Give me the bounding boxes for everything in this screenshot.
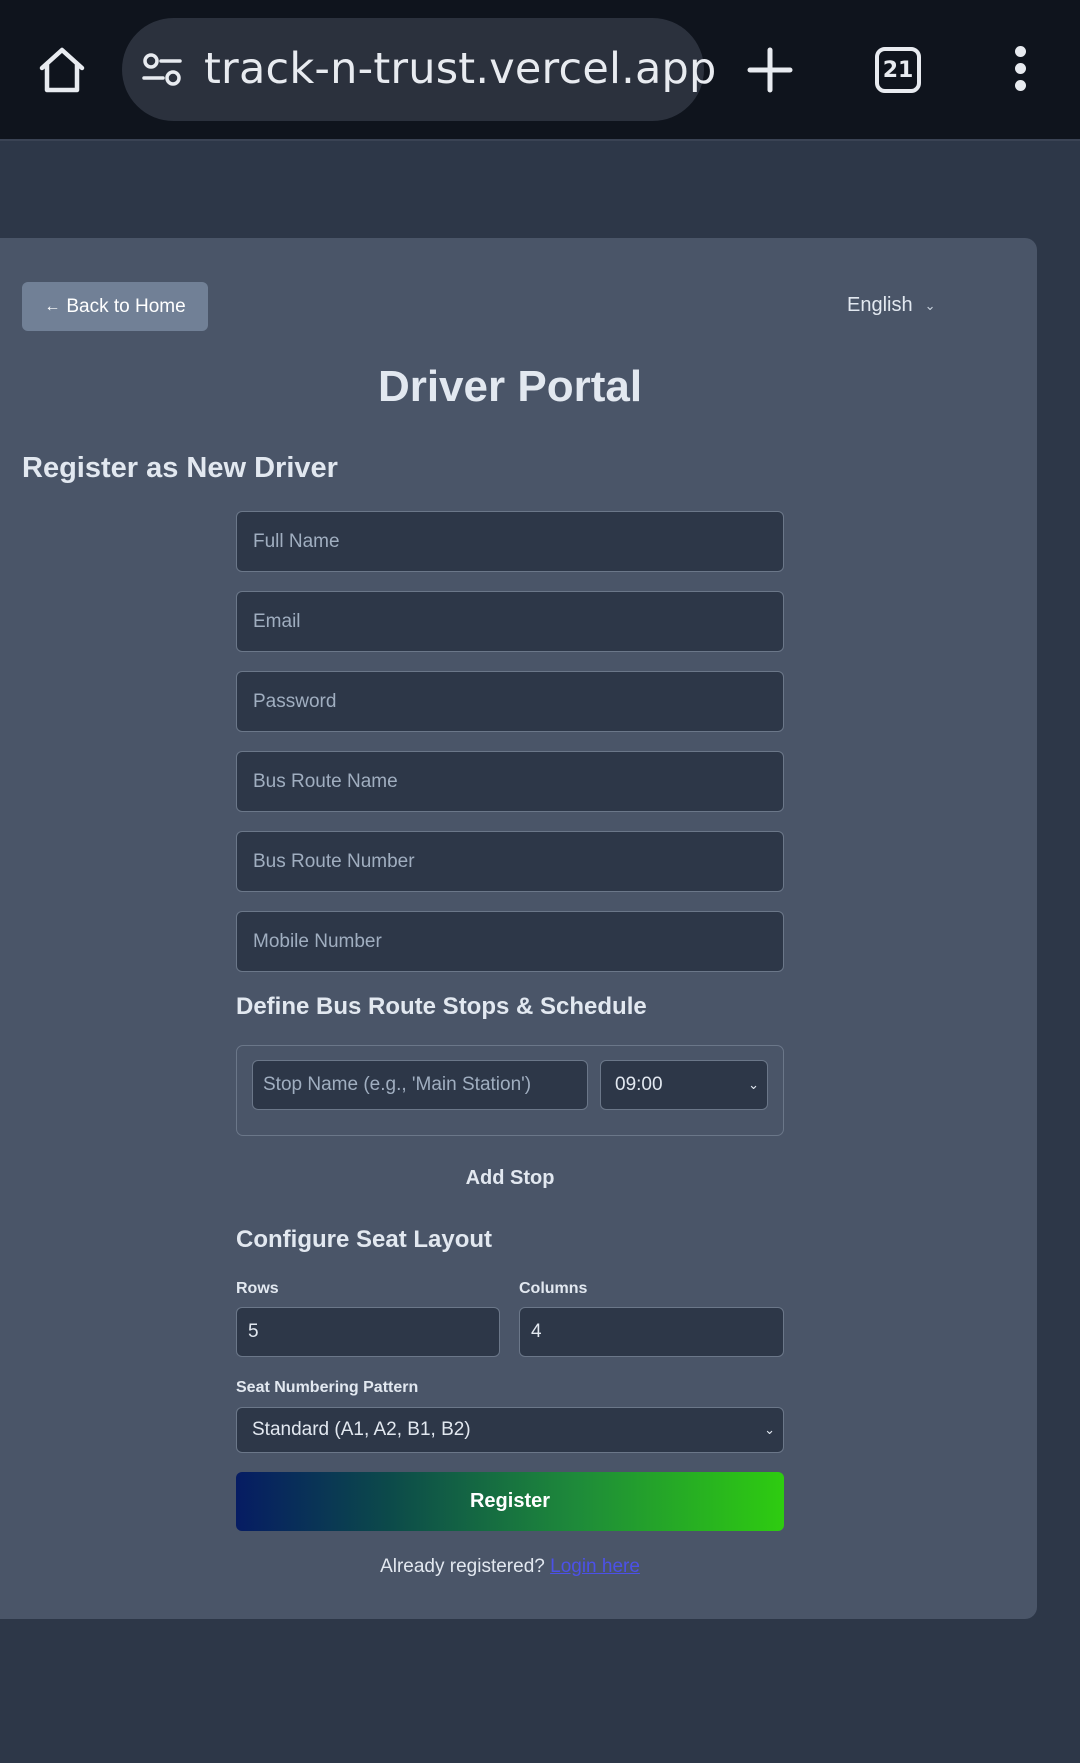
chevron-down-icon: ⌄ xyxy=(748,1077,759,1092)
seat-pattern-label: Seat Numbering Pattern xyxy=(236,1379,419,1396)
email-input[interactable]: Email xyxy=(236,591,784,652)
back-to-home-button[interactable]: ← Back to Home xyxy=(22,282,208,331)
tabs-icon[interactable]: 21 xyxy=(875,47,921,93)
bus-route-number-input[interactable]: Bus Route Number xyxy=(236,831,784,892)
page-title: Driver Portal xyxy=(377,362,643,411)
browser-toolbar: track-n-trust.vercel.app 21 xyxy=(0,0,1080,141)
bus-route-name-input[interactable]: Bus Route Name xyxy=(236,751,784,812)
mobile-number-input[interactable]: Mobile Number xyxy=(236,911,784,972)
chevron-down-icon: ⌄ xyxy=(924,297,936,313)
language-value: English xyxy=(847,294,913,316)
chevron-down-icon: ⌄ xyxy=(764,1422,775,1437)
register-button[interactable]: Register xyxy=(236,1472,784,1531)
home-icon[interactable] xyxy=(36,44,88,96)
login-link[interactable]: Login here xyxy=(550,1556,640,1577)
stop-row: Stop Name (e.g., 'Main Station') 09:00 ⌄ xyxy=(236,1045,784,1136)
language-select[interactable]: English ⌄ xyxy=(847,294,936,317)
driver-portal-card: ← Back to Home English ⌄ Driver Portal R… xyxy=(0,238,1037,1619)
back-button-label: Back to Home xyxy=(66,295,186,317)
site-settings-icon[interactable] xyxy=(142,50,182,90)
rows-label: Rows xyxy=(236,1280,279,1297)
add-stop-button[interactable]: Add Stop xyxy=(236,1167,784,1190)
stop-time-value: 09:00 xyxy=(615,1074,663,1095)
seat-layout-heading: Configure Seat Layout xyxy=(236,1226,493,1253)
seat-pattern-select[interactable]: Standard (A1, A2, B1, B2) ⌄ xyxy=(236,1407,784,1453)
address-bar[interactable]: track-n-trust.vercel.app xyxy=(122,18,716,121)
url-text: track-n-trust.vercel.app xyxy=(204,44,717,94)
more-menu-icon[interactable] xyxy=(1010,46,1030,92)
already-registered-text: Already registered? xyxy=(380,1556,545,1577)
stop-time-select[interactable]: 09:00 ⌄ xyxy=(600,1060,768,1110)
register-heading: Register as New Driver xyxy=(22,452,338,484)
login-prompt: Already registered? Login here xyxy=(236,1556,784,1578)
columns-label: Columns xyxy=(519,1280,588,1297)
full-name-input[interactable]: Full Name xyxy=(236,511,784,572)
seat-pattern-value: Standard (A1, A2, B1, B2) xyxy=(252,1419,471,1440)
stop-name-input[interactable]: Stop Name (e.g., 'Main Station') xyxy=(252,1060,588,1110)
new-tab-icon[interactable] xyxy=(746,46,794,94)
back-arrow-icon: ← xyxy=(44,297,61,315)
password-input[interactable]: Password xyxy=(236,671,784,732)
columns-input[interactable]: 4 xyxy=(519,1307,784,1357)
stops-heading: Define Bus Route Stops & Schedule xyxy=(236,993,647,1020)
rows-input[interactable]: 5 xyxy=(236,1307,500,1357)
